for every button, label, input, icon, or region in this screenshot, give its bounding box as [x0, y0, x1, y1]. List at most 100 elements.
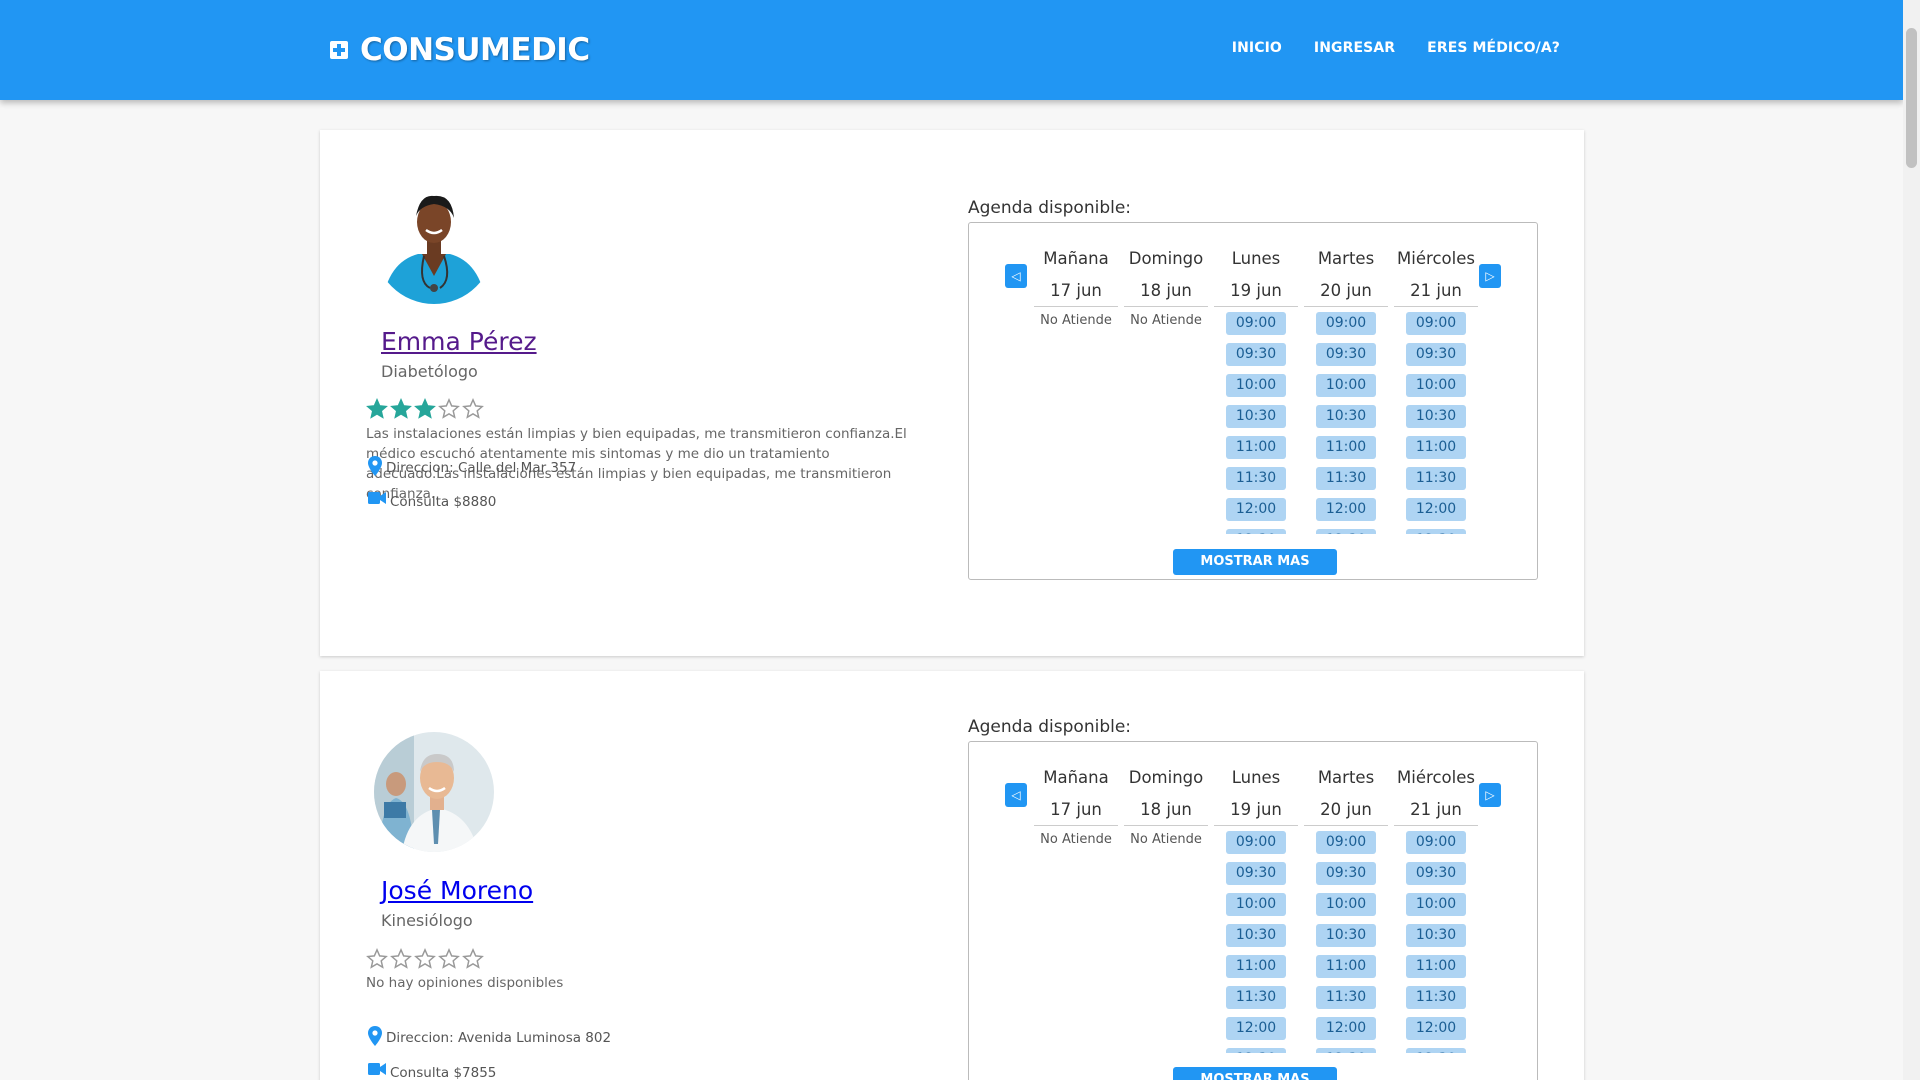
- day-name: Miércoles: [1397, 249, 1475, 268]
- time-slot-button[interactable]: 10:00: [1406, 893, 1466, 916]
- time-slot-button[interactable]: 10:00: [1406, 374, 1466, 397]
- time-slot-button[interactable]: 10:30: [1316, 405, 1376, 428]
- agenda-day-column: Mañana 17 jun No Atiende: [1031, 768, 1121, 1053]
- time-slot-button[interactable]: 09:30: [1226, 862, 1286, 885]
- no-attention-note: No Atiende: [1130, 832, 1202, 847]
- nav-inicio-link[interactable]: INICIO: [1232, 40, 1282, 56]
- time-slot-button[interactable]: 11:00: [1226, 436, 1286, 459]
- time-slot-button[interactable]: 09:30: [1316, 862, 1376, 885]
- previous-days-button[interactable]: ◁: [1005, 264, 1027, 288]
- show-more-hours-button[interactable]: MOSTRAR MAS HORAS: [1173, 1067, 1337, 1080]
- agenda-day-column: Martes 20 jun 09:00 09:30 10:00 10:30 11:00 11:…: [1301, 249, 1391, 534]
- time-slot-button[interactable]: 09:30: [1406, 343, 1466, 366]
- time-slot-button[interactable]: 10:30: [1226, 924, 1286, 947]
- star-empty-icon: [438, 398, 460, 419]
- star-filled-icon: [366, 398, 388, 419]
- brand-logo[interactable]: CONSUMEDIC: [330, 32, 590, 68]
- time-slot-button[interactable]: 09:00: [1406, 312, 1466, 335]
- time-slot-button[interactable]: 12:00: [1406, 1017, 1466, 1040]
- time-slot-button[interactable]: 11:30: [1316, 467, 1376, 490]
- day-name: Mañana: [1043, 768, 1109, 787]
- page-scrollbar[interactable]: [1903, 0, 1920, 1080]
- day-date: 19 jun: [1214, 281, 1298, 307]
- day-name: Mañana: [1043, 249, 1109, 268]
- doctor-photo-icon: [374, 732, 494, 852]
- location-pin-icon: [368, 456, 382, 476]
- time-slots: 09:00 09:30 10:00 10:30 11:00 11:30 12:00 12:30: [1391, 826, 1481, 1053]
- scrollbar-thumb[interactable]: [1906, 28, 1917, 168]
- time-slot-button[interactable]: 09:00: [1226, 312, 1286, 335]
- doctor-avatar[interactable]: [374, 732, 494, 852]
- time-slot-button[interactable]: 10:00: [1316, 374, 1376, 397]
- star-empty-icon: [390, 948, 412, 969]
- time-slot-button[interactable]: 09:00: [1406, 831, 1466, 854]
- time-slot-button[interactable]: 11:30: [1406, 467, 1466, 490]
- time-slot-button[interactable]: 12:00: [1226, 498, 1286, 521]
- time-slot-button[interactable]: 10:30: [1316, 924, 1376, 947]
- time-slot-button[interactable]: 11:00: [1406, 955, 1466, 978]
- time-slot-button[interactable]: 11:00: [1316, 955, 1376, 978]
- price-row: Consulta $8880: [368, 492, 496, 510]
- time-slot-button[interactable]: 11:00: [1316, 436, 1376, 459]
- agenda-day-column: Mañana 17 jun No Atiende: [1031, 249, 1121, 534]
- time-slot-button[interactable]: 09:00: [1226, 831, 1286, 854]
- time-slot-button[interactable]: 11:30: [1406, 986, 1466, 1009]
- time-slots: 09:00 09:30 10:00 10:30 11:00 11:30 12:00 12:30: [1301, 307, 1391, 534]
- time-slot-button[interactable]: 12:00: [1226, 1017, 1286, 1040]
- day-date: 21 jun: [1394, 281, 1478, 307]
- doctor-card: José Moreno Kinesiólogo No hay opiniones…: [320, 671, 1584, 1080]
- time-slot-button[interactable]: 12:30: [1406, 1048, 1466, 1053]
- time-slot-button[interactable]: 12:30: [1406, 529, 1466, 534]
- time-slot-button[interactable]: 12:30: [1316, 1048, 1376, 1053]
- time-slot-button[interactable]: 09:30: [1226, 343, 1286, 366]
- review-text: No hay opiniones disponibles: [366, 975, 564, 991]
- agenda-calendar: ◁ Mañana 17 jun No Atiende Domingo 18 jun No …: [968, 741, 1538, 1080]
- time-slot-button[interactable]: 09:00: [1316, 831, 1376, 854]
- star-empty-icon: [438, 948, 460, 969]
- main-nav: INICIO INGRESAR ERES MÉDICO/A?: [1232, 40, 1560, 56]
- time-slot-button[interactable]: 12:30: [1226, 1048, 1286, 1053]
- time-slot-button[interactable]: 11:30: [1226, 467, 1286, 490]
- time-slot-button[interactable]: 10:30: [1406, 405, 1466, 428]
- doctor-name-link[interactable]: Emma Pérez: [381, 327, 537, 356]
- time-slots: 09:00 09:30 10:00 10:30 11:00 11:30 12:00 12:30: [1301, 826, 1391, 1053]
- star-empty-icon: [366, 948, 388, 969]
- time-slots: 09:00 09:30 10:00 10:30 11:00 11:30 12:00 12:30: [1211, 826, 1301, 1053]
- time-slot-button[interactable]: 10:00: [1226, 893, 1286, 916]
- star-empty-icon: [462, 398, 484, 419]
- nav-eres-medico-link[interactable]: ERES MÉDICO/A?: [1427, 40, 1560, 56]
- agenda-day-column: Domingo 18 jun No Atiende: [1121, 249, 1211, 534]
- time-slot-button[interactable]: 12:00: [1316, 498, 1376, 521]
- address-row: Direccion: Avenida Luminosa 802: [368, 1026, 611, 1046]
- time-slot-button[interactable]: 11:30: [1316, 986, 1376, 1009]
- day-name: Lunes: [1231, 768, 1281, 787]
- time-slot-button[interactable]: 10:00: [1316, 893, 1376, 916]
- next-days-button[interactable]: ▷: [1479, 264, 1501, 288]
- show-more-hours-button[interactable]: MOSTRAR MAS HORAS: [1173, 549, 1337, 595]
- agenda-day-column: Lunes 19 jun 09:00 09:30 10:00 10:30 11:00 11:3…: [1211, 249, 1301, 534]
- next-days-button[interactable]: ▷: [1479, 783, 1501, 807]
- time-slot-button[interactable]: 12:00: [1316, 1017, 1376, 1040]
- time-slot-button[interactable]: 10:00: [1226, 374, 1286, 397]
- day-date: 21 jun: [1394, 800, 1478, 826]
- day-date: 17 jun: [1034, 800, 1118, 826]
- agenda-day-column: Domingo 18 jun No Atiende: [1121, 768, 1211, 1053]
- time-slot-button[interactable]: 09:30: [1406, 862, 1466, 885]
- consultation-price: Consulta $7855: [390, 1065, 497, 1080]
- doctor-name-link[interactable]: José Moreno: [381, 876, 533, 905]
- time-slot-button[interactable]: 11:00: [1406, 436, 1466, 459]
- time-slot-button[interactable]: 11:00: [1226, 955, 1286, 978]
- doctor-avatar[interactable]: [374, 184, 494, 304]
- nav-ingresar-link[interactable]: INGRESAR: [1314, 40, 1395, 56]
- time-slot-button[interactable]: 12:00: [1406, 498, 1466, 521]
- time-slot-button[interactable]: 12:30: [1226, 529, 1286, 534]
- time-slot-button[interactable]: 10:30: [1226, 405, 1286, 428]
- time-slot-button[interactable]: 09:30: [1316, 343, 1376, 366]
- time-slot-button[interactable]: 11:30: [1226, 986, 1286, 1009]
- time-slot-button[interactable]: 10:30: [1406, 924, 1466, 947]
- consultation-price: Consulta $8880: [390, 494, 497, 510]
- time-slot-button[interactable]: 09:00: [1316, 312, 1376, 335]
- time-slot-button[interactable]: 12:30: [1316, 529, 1376, 534]
- previous-days-button[interactable]: ◁: [1005, 783, 1027, 807]
- video-camera-icon: [368, 1063, 386, 1075]
